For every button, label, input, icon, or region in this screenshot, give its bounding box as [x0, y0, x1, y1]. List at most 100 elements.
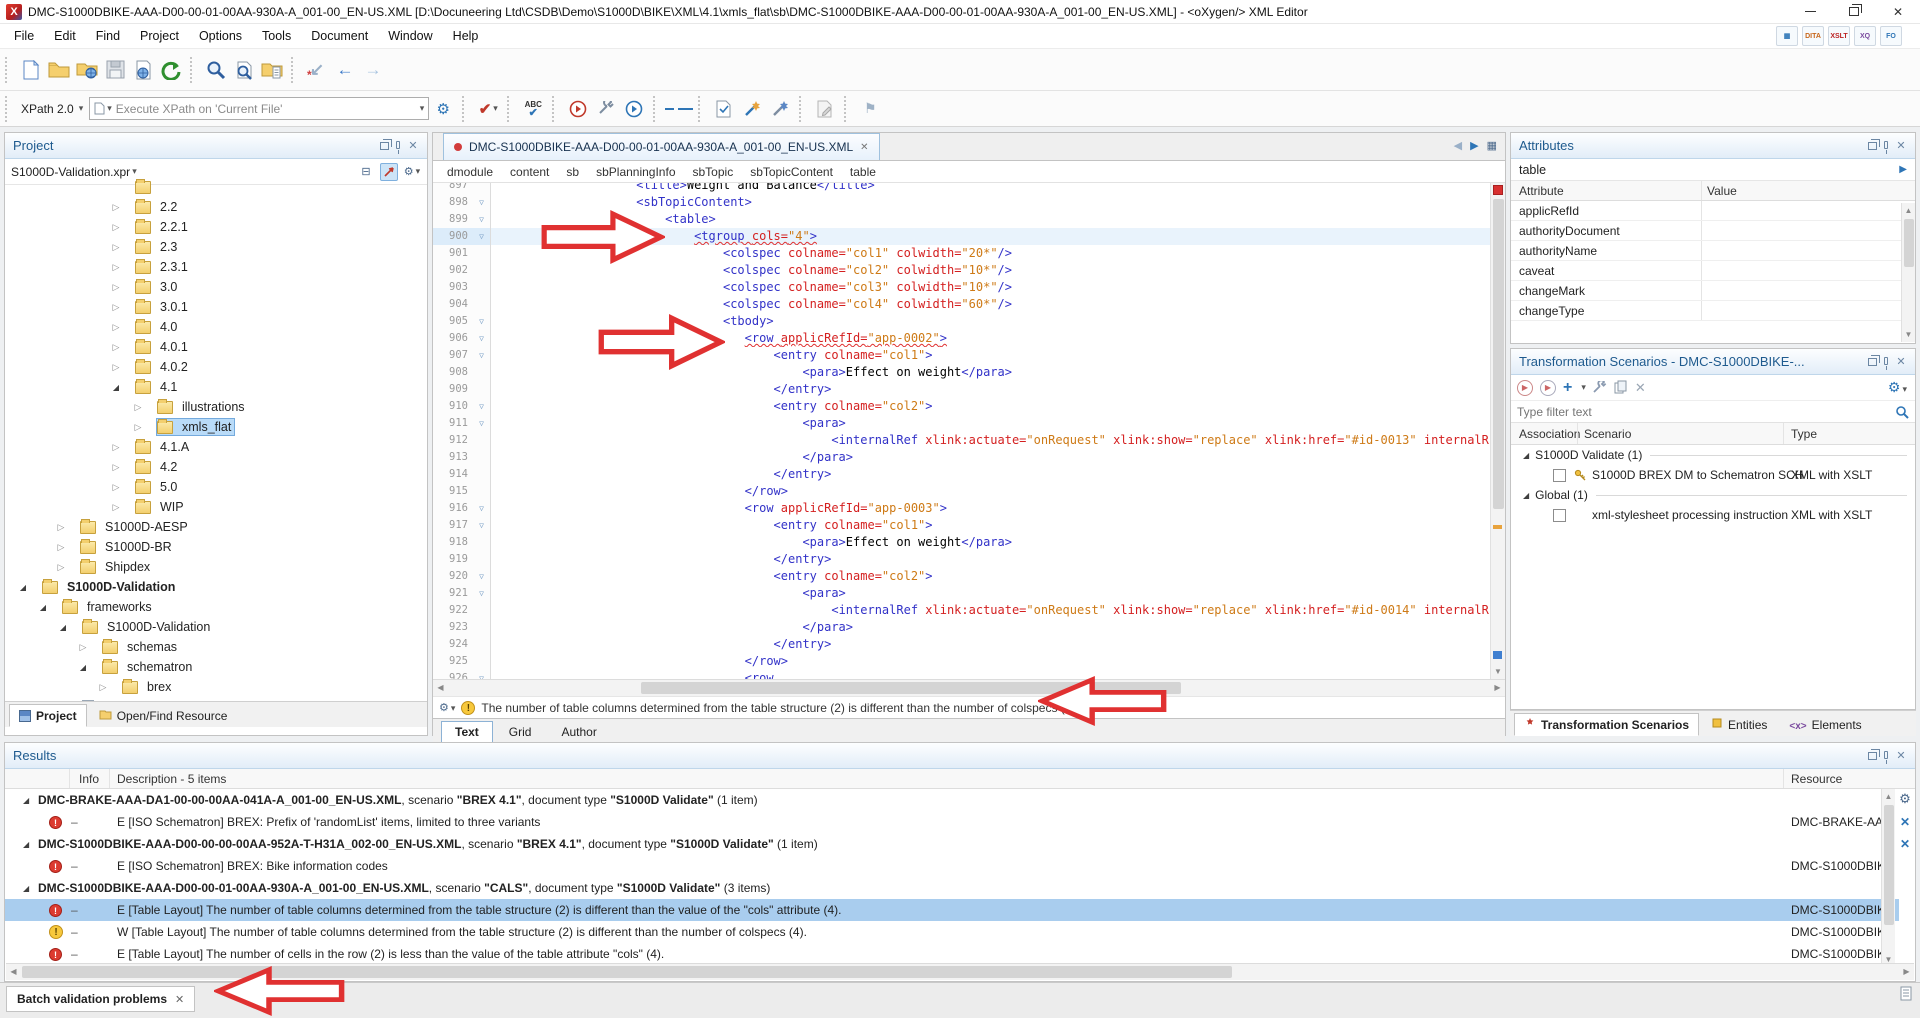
collapse-arrow-icon[interactable]: ◢ — [23, 796, 29, 805]
code-line-904[interactable]: 904 <colspec colname="col4" colwidth="60… — [433, 296, 1490, 313]
scroll-left-icon[interactable]: ◀ — [433, 680, 448, 696]
fold-marker-icon[interactable]: ▽ — [473, 347, 491, 364]
fold-marker-icon[interactable]: ▽ — [473, 585, 491, 602]
bottom-tab-open-find-resource[interactable]: Open/Find Resource — [89, 704, 238, 727]
expand-arrow-icon[interactable]: ▷ — [111, 482, 121, 493]
apply-transformation-button[interactable] — [564, 95, 592, 123]
collapse-arrow-icon[interactable]: ◢ — [58, 623, 68, 632]
close-icon[interactable]: ✕ — [1895, 140, 1907, 152]
float-icon[interactable] — [1868, 142, 1877, 150]
collapse-arrow-icon[interactable]: ◢ — [18, 583, 28, 592]
find-replace-in-files-button[interactable] — [230, 56, 258, 84]
refactoring-button[interactable] — [766, 95, 794, 123]
open-url-button[interactable] — [73, 56, 101, 84]
expand-arrow-icon[interactable]: ▷ — [111, 222, 121, 233]
attribute-row-authorityName[interactable]: authorityName — [1511, 241, 1915, 261]
edit-attributes-button[interactable] — [811, 95, 839, 123]
xquery-debugger-icon[interactable]: XQ — [1854, 26, 1876, 46]
scroll-down-icon[interactable]: ▼ — [1902, 327, 1915, 342]
xpath-expression-combo[interactable]: ▾ Execute XPath on 'Current File' ▾ — [89, 97, 429, 120]
scenario-column-label[interactable]: Scenario — [1584, 427, 1631, 441]
expand-arrow-icon[interactable]: ▷ — [111, 502, 121, 513]
duplicate-scenario-icon[interactable] — [1614, 380, 1628, 395]
xpath-scope-dropdown-icon[interactable]: ▾ — [107, 103, 112, 114]
expand-arrow-icon[interactable]: ▷ — [111, 302, 121, 313]
new-document-button[interactable] — [17, 56, 45, 84]
menu-find[interactable]: Find — [86, 26, 130, 46]
fold-marker-icon[interactable]: ▽ — [473, 194, 491, 211]
search-button[interactable] — [202, 56, 230, 84]
editor-perspective-icon[interactable]: ▦ — [1776, 26, 1798, 46]
menu-file[interactable]: File — [4, 26, 44, 46]
result-item-row[interactable]: !–W [Table Layout] The number of table c… — [5, 921, 1899, 943]
message-settings-gear-icon[interactable]: ⚙▾ — [439, 701, 455, 714]
save-as-url-button[interactable] — [129, 56, 157, 84]
breadcrumb-item-sbTopicContent[interactable]: sbTopicContent — [750, 165, 833, 179]
batch-validation-problems-tab[interactable]: Batch validation problems ✕ — [6, 986, 195, 1012]
expand-arrow-icon[interactable]: ▷ — [111, 442, 121, 453]
code-line-917[interactable]: 917▽ <entry colname="col1"> — [433, 517, 1490, 534]
expand-arrow-icon[interactable]: ▷ — [56, 522, 66, 533]
scenario-checkbox[interactable] — [1553, 469, 1566, 482]
fold-marker-icon[interactable]: ▽ — [473, 228, 491, 245]
right-tab-transformation-scenarios[interactable]: Transformation Scenarios — [1514, 713, 1699, 736]
validate-button[interactable]: ✔ ▾ — [474, 95, 502, 123]
breadcrumb-item-dmodule[interactable]: dmodule — [447, 165, 493, 179]
pin-icon[interactable] — [1884, 357, 1888, 365]
editor-vertical-scrollbar[interactable]: ▲ ▼ — [1490, 183, 1505, 679]
views-menu-icon[interactable] — [1900, 986, 1914, 1001]
results-settings-gear-icon[interactable]: ⚙ — [1899, 791, 1911, 807]
mode-tab-text[interactable]: Text — [441, 721, 493, 743]
code-line-918[interactable]: 918 <para>Effect on weight</para> — [433, 534, 1490, 551]
info-column-label[interactable]: Info — [79, 772, 99, 786]
element-nav-icon[interactable]: ▶ — [1899, 164, 1907, 175]
menu-options[interactable]: Options — [189, 26, 252, 46]
remove-selected-icon[interactable]: ✕ — [1900, 815, 1910, 829]
code-line-907[interactable]: 907▽ <entry colname="col1"> — [433, 347, 1490, 364]
close-icon[interactable]: ✕ — [1895, 750, 1907, 762]
type-column-label[interactable]: Type — [1791, 427, 1817, 441]
fold-marker-icon[interactable]: ▽ — [473, 670, 491, 679]
expand-arrow-icon[interactable]: ▷ — [111, 202, 121, 213]
debug-transformation-button[interactable] — [620, 95, 648, 123]
code-line-914[interactable]: 914 </entry> — [433, 466, 1490, 483]
expand-arrow-icon[interactable]: ▷ — [78, 642, 88, 653]
editor-horizontal-scrollbar[interactable]: ◀ ▶ — [433, 679, 1505, 696]
fold-marker-icon[interactable]: ▽ — [473, 500, 491, 517]
result-group-row[interactable]: ◢DMC-BRAKE-AAA-DA1-00-00-00AA-041A-A_001… — [5, 789, 1899, 811]
breadcrumb-item-table[interactable]: table — [850, 165, 876, 179]
apply-debug-scenario-icon[interactable]: ▶ — [1540, 380, 1556, 396]
expand-arrow-icon[interactable]: ▷ — [111, 342, 121, 353]
code-line-921[interactable]: 921▽ <para> — [433, 585, 1490, 602]
float-icon[interactable] — [1868, 752, 1877, 760]
menu-window[interactable]: Window — [378, 26, 442, 46]
fold-marker-icon[interactable]: ▽ — [473, 313, 491, 330]
right-tab-entities[interactable]: Entities — [1701, 713, 1777, 736]
breadcrumb-item-content[interactable]: content — [510, 165, 549, 179]
restore-button[interactable] — [1832, 0, 1876, 23]
code-line-905[interactable]: 905▽ <tbody> — [433, 313, 1490, 330]
right-tab-elements[interactable]: <x>Elements — [1779, 713, 1871, 736]
float-icon[interactable] — [380, 142, 389, 150]
scenario-group-s1000d-validate-1-[interactable]: ◢S1000D Validate (1) — [1511, 445, 1915, 465]
search-icon[interactable] — [1895, 405, 1909, 419]
reload-button[interactable] — [157, 56, 185, 84]
result-item-row[interactable]: !–E [ISO Schematron] BREX: Bike informat… — [5, 855, 1899, 877]
tab-close-icon[interactable]: ✕ — [860, 142, 868, 153]
save-button[interactable] — [101, 56, 129, 84]
spell-check-button[interactable]: ABC✔ — [519, 95, 547, 123]
code-line-925[interactable]: 925 </row> — [433, 653, 1490, 670]
quick-fix-button[interactable] — [738, 95, 766, 123]
expand-arrow-icon[interactable]: ▷ — [111, 462, 121, 473]
code-line-919[interactable]: 919 </entry> — [433, 551, 1490, 568]
scrollbar-thumb[interactable] — [1884, 805, 1894, 925]
open-folder-button[interactable] — [45, 56, 73, 84]
scroll-right-icon[interactable]: ▶ — [1899, 964, 1914, 980]
scroll-left-icon[interactable]: ◀ — [6, 964, 21, 980]
code-line-924[interactable]: 924 </entry> — [433, 636, 1490, 653]
float-icon[interactable] — [1868, 358, 1877, 366]
xpath-version-label[interactable]: XPath 2.0 — [21, 102, 74, 116]
scroll-up-icon[interactable]: ▲ — [1882, 789, 1895, 804]
pin-icon[interactable] — [396, 141, 400, 149]
remove-all-icon[interactable]: ✕ — [1900, 837, 1910, 851]
